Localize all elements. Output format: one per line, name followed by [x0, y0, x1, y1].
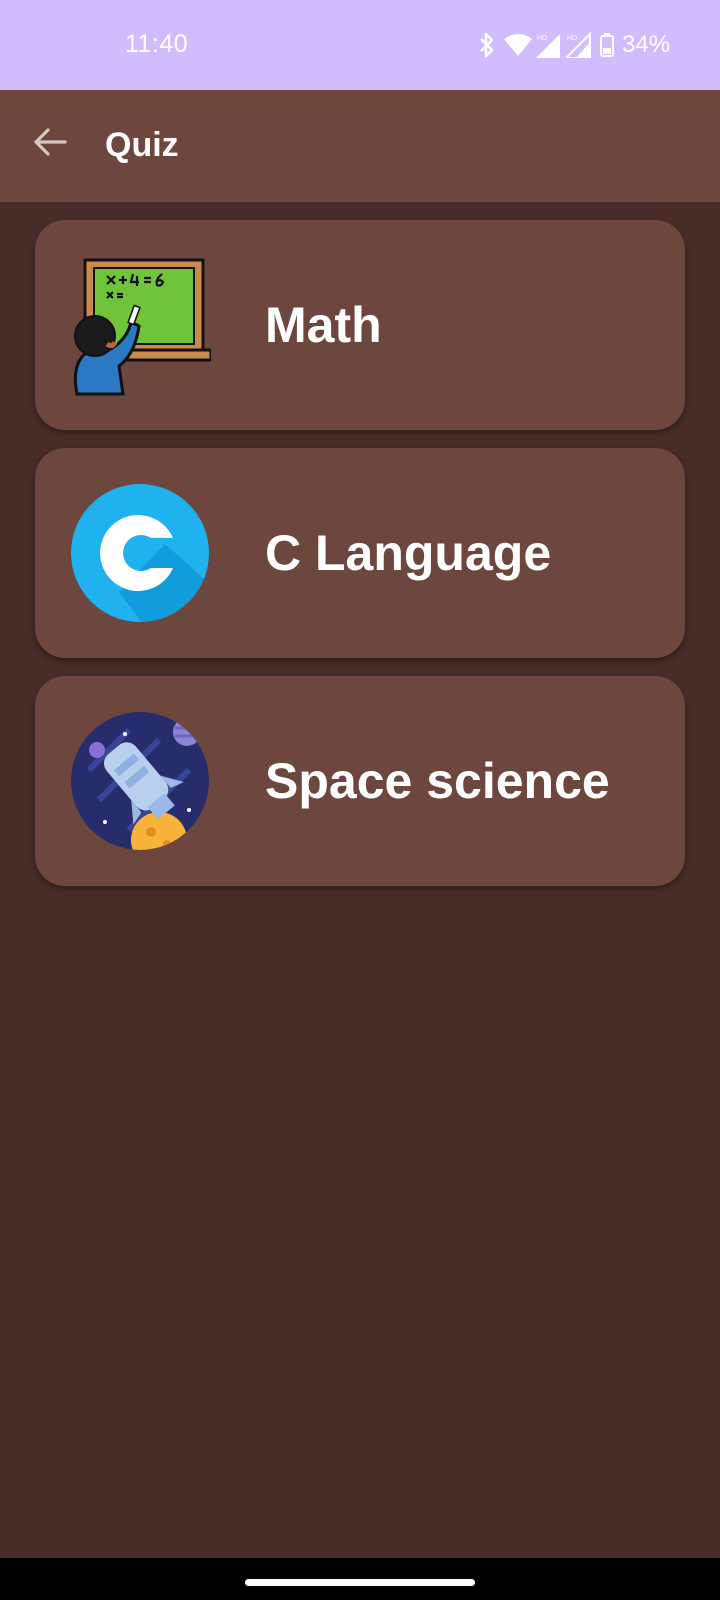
- home-indicator[interactable]: [245, 1579, 475, 1586]
- math-chalkboard-icon: [69, 254, 213, 396]
- quiz-screen: 11:40 HD HD 34% Quiz Math C Language Spa…: [0, 0, 720, 1600]
- back-button[interactable]: [22, 116, 78, 172]
- svg-text:HD: HD: [537, 35, 547, 42]
- navigation-bar: [0, 1558, 720, 1600]
- quiz-card-label: Math: [265, 297, 382, 353]
- signal-hd-icon: HD: [566, 32, 592, 58]
- bluetooth-icon: [478, 32, 496, 58]
- signal-hd-icon: HD: [536, 32, 562, 58]
- wifi-icon: [504, 34, 532, 56]
- svg-text:HD: HD: [567, 35, 577, 42]
- quiz-card-math[interactable]: Math: [35, 220, 685, 430]
- quiz-card-label: Space science: [265, 753, 610, 809]
- status-bar: 11:40 HD HD 34%: [0, 0, 720, 90]
- quiz-card-space-science[interactable]: Space science: [35, 676, 685, 886]
- space-rocket-icon: [69, 710, 211, 852]
- arrow-back-icon: [33, 127, 67, 162]
- battery-icon: [600, 33, 614, 57]
- status-icons: HD HD 34%: [478, 31, 670, 59]
- battery-percent: 34%: [622, 31, 671, 58]
- c-language-icon: [69, 482, 211, 624]
- page-title: Quiz: [105, 126, 179, 164]
- status-time: 11:40: [125, 30, 189, 58]
- quiz-card-c-language[interactable]: C Language: [35, 448, 685, 658]
- app-bar: Quiz: [0, 90, 720, 202]
- quiz-card-label: C Language: [265, 525, 552, 581]
